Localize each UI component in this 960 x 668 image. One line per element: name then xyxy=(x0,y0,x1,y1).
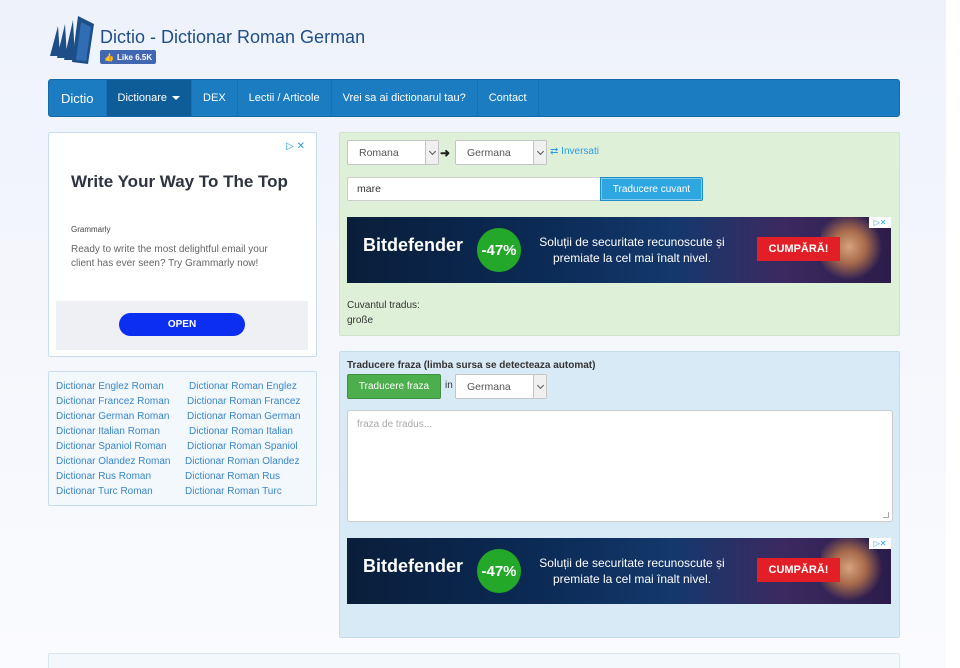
link-spaniol-roman[interactable]: Dictionar Spaniol Roman xyxy=(56,441,167,452)
grammarly-ad: ▷ ✕ Write Your Way To The Top Grammarly … xyxy=(48,132,317,357)
nav-lectii-articole[interactable]: Lectii / Articole xyxy=(238,80,332,116)
nav-brand[interactable]: Dictio xyxy=(49,80,107,116)
chevron-down-icon xyxy=(533,375,546,398)
link-italian-roman[interactable]: Dictionar Italian Roman xyxy=(56,426,160,437)
dictionary-links: Dictionar Englez Roman Dictionar Roman E… xyxy=(48,371,317,506)
invert-label: Inversati xyxy=(561,146,599,157)
ad-content[interactable]: ▷ ✕ Write Your Way To The Top Grammarly … xyxy=(56,140,308,350)
arrow-right-icon: ➜ xyxy=(440,146,451,160)
translate-word-button[interactable]: Traducere cuvant xyxy=(600,177,703,201)
phrase-target-language-value: Germana xyxy=(467,380,511,393)
source-language-select[interactable]: Romana xyxy=(347,140,439,165)
phrase-section-title: Traducere fraza (limba sursa se detectea… xyxy=(347,360,596,371)
footer-panel xyxy=(48,653,900,668)
ad-brand: Grammarly xyxy=(71,225,111,234)
ad-open-button[interactable]: OPEN xyxy=(119,313,245,336)
target-language-value: Germana xyxy=(467,146,511,159)
discount-badge: -47% xyxy=(477,228,521,272)
ad-description: Ready to write the most delightful email… xyxy=(71,244,268,269)
source-language-value: Romana xyxy=(359,146,399,159)
nav-contact[interactable]: Contact xyxy=(478,80,539,116)
translate-phrase-button[interactable]: Traducere fraza xyxy=(347,374,441,399)
link-roman-turc[interactable]: Dictionar Roman Turc xyxy=(185,486,282,497)
result-value: große xyxy=(347,315,374,326)
page-edge xyxy=(946,0,960,668)
link-roman-olandez[interactable]: Dictionar Roman Olandez xyxy=(185,456,300,467)
link-roman-spaniol[interactable]: Dictionar Roman Spaniol xyxy=(187,441,298,452)
ad-close-icon[interactable]: ▷✕ xyxy=(869,217,891,228)
bitdefender-logo: Bitdefender xyxy=(363,556,464,576)
phrase-textarea[interactable]: fraza de tradus... xyxy=(347,410,893,522)
phrase-target-language-select[interactable]: Germana xyxy=(455,374,547,399)
discount-badge: -47% xyxy=(477,549,521,593)
bitdefender-logo: Bitdefender xyxy=(363,235,464,255)
link-rus-roman[interactable]: Dictionar Rus Roman xyxy=(56,471,151,482)
site-header: Dictio - Dictionar Roman German 👍 Like 6… xyxy=(48,12,448,68)
nav-dictionare-label: Dictionare xyxy=(117,92,168,104)
link-roman-german[interactable]: Dictionar Roman German xyxy=(187,411,300,422)
link-turc-roman[interactable]: Dictionar Turc Roman xyxy=(56,486,153,497)
resize-handle-icon[interactable] xyxy=(883,512,889,518)
thumbs-up-icon: 👍 xyxy=(104,52,114,62)
link-german-roman[interactable]: Dictionar German Roman xyxy=(56,411,169,422)
target-language-select[interactable]: Germana xyxy=(455,140,547,165)
result-label: Cuvantul tradus: xyxy=(347,300,420,311)
swap-icon: ⇄ xyxy=(550,146,559,157)
site-title[interactable]: Dictio - Dictionar Roman German xyxy=(100,27,365,48)
banner-text: Soluții de securitate recunoscute și pre… xyxy=(539,556,725,586)
nav-dex[interactable]: DEX xyxy=(192,80,238,116)
chevron-down-icon xyxy=(533,141,546,164)
link-englez-roman[interactable]: Dictionar Englez Roman xyxy=(56,381,164,392)
bitdefender-banner-top[interactable]: Bitdefender -47% Soluții de securitate r… xyxy=(347,217,891,283)
phrase-placeholder: fraza de tradus... xyxy=(357,419,433,430)
banner-buy-button[interactable]: CUMPĂRĂ! xyxy=(757,558,840,582)
fb-like-button[interactable]: 👍 Like 6.5K xyxy=(100,50,157,64)
bitdefender-banner-bottom[interactable]: Bitdefender -47% Soluții de securitate r… xyxy=(347,538,891,604)
link-roman-francez[interactable]: Dictionar Roman Francez xyxy=(187,396,300,407)
link-olandez-roman[interactable]: Dictionar Olandez Roman xyxy=(56,456,171,467)
in-label: in xyxy=(445,380,453,391)
book-logo-icon[interactable] xyxy=(48,12,96,64)
fb-like-label: Like 6.5K xyxy=(116,52,153,62)
word-input[interactable]: mare xyxy=(347,177,601,201)
link-francez-roman[interactable]: Dictionar Francez Roman xyxy=(56,396,169,407)
chevron-down-icon xyxy=(425,141,438,164)
main-navbar: Dictio Dictionare DEX Lectii / Articole … xyxy=(48,79,900,117)
banner-buy-button[interactable]: CUMPĂRĂ! xyxy=(757,237,840,261)
ad-headline[interactable]: Write Your Way To The Top xyxy=(71,171,296,193)
nav-vrei-dictionar[interactable]: Vrei sa ai dictionarul tau? xyxy=(332,80,478,116)
caret-down-icon xyxy=(172,96,181,100)
ad-choices-icon[interactable]: ▷ ✕ xyxy=(286,141,305,152)
invert-languages-link[interactable]: ⇄ Inversati xyxy=(550,146,599,157)
link-roman-rus[interactable]: Dictionar Roman Rus xyxy=(185,471,280,482)
nav-dictionare-dropdown[interactable]: Dictionare xyxy=(106,80,193,116)
ad-close-icon[interactable]: ▷✕ xyxy=(869,538,891,549)
link-roman-englez[interactable]: Dictionar Roman Englez xyxy=(189,381,297,392)
banner-text: Soluții de securitate recunoscute și pre… xyxy=(539,235,725,265)
link-roman-italian[interactable]: Dictionar Roman Italian xyxy=(189,426,293,437)
